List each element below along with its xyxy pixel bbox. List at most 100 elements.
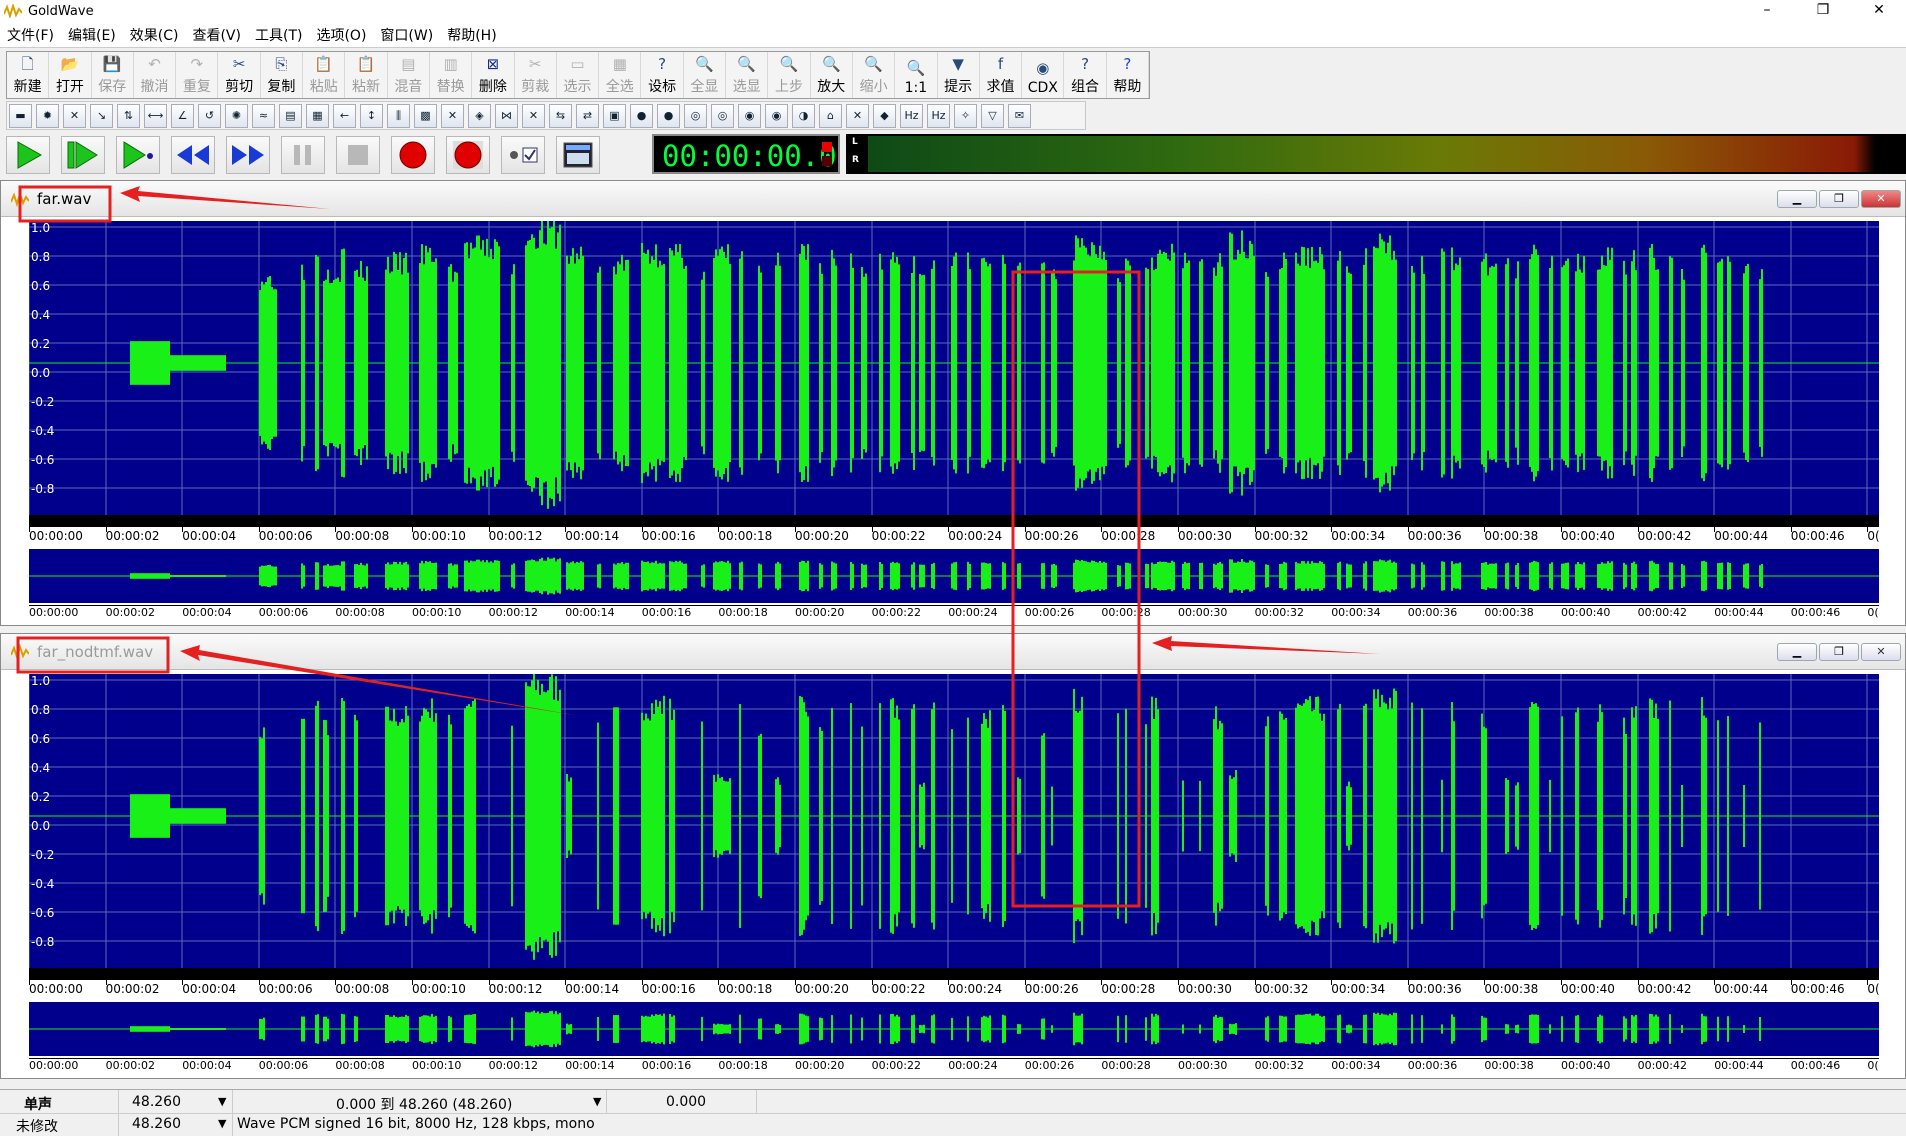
effect-tool-icon[interactable]: ◎ [684,103,707,128]
effect-tool-icon[interactable]: ✧ [954,103,977,128]
toolbar-zoom-in-button[interactable]: 🔍 放大 [811,52,853,98]
toolbar-delete-button[interactable]: ⊠ 删除 [472,52,515,98]
toolbar-copy-button[interactable]: ⎘ 复制 [261,52,304,98]
effect-tool-icon[interactable]: ✕ [522,103,545,128]
effect-tool-icon[interactable]: ◆ [873,103,896,128]
effect-tool-icon[interactable]: ✉ [1008,103,1031,128]
scroll-track[interactable] [29,968,1879,980]
toolbar-help-button[interactable]: ? 帮助 [1107,52,1150,98]
effect-tool-icon[interactable]: ▦ [306,103,329,128]
effect-tool-icon[interactable]: Hz [900,103,923,128]
subwindow-close-button[interactable]: ✕ [1861,643,1901,661]
toolbar-expression-button[interactable]: f 求值 [980,52,1023,98]
effect-tool-icon[interactable]: ✕ [846,103,869,128]
subwindow-restore-button[interactable]: ❐ [1819,190,1859,208]
waveform-display[interactable]: 1.0 0.8 0.6 0.4 0.2 0.0 -0.2 -0.4 -0.6 -0.8 [29,221,1879,515]
toolbar-save-button[interactable]: 💾 保存 [92,52,134,98]
toolbar-mix-button[interactable]: ▤ 混音 [388,52,430,98]
toolbar-zoom-selection-button[interactable]: 🔍 选显 [726,52,769,98]
effect-tool-icon[interactable]: ● [630,103,653,128]
effect-tool-icon[interactable]: ⇅ [117,103,140,128]
record-button[interactable] [391,136,435,174]
effect-tool-icon[interactable]: ← [333,103,356,128]
effect-tool-icon[interactable]: ▩ [414,103,437,128]
menu-item-7[interactable]: 帮助(H) [440,25,503,45]
effect-tool-icon[interactable]: ◉ [738,103,761,128]
effect-tool-icon[interactable]: ⋈ [495,103,518,128]
toolbar-redo-button[interactable]: ↷ 重复 [176,52,219,98]
effect-tool-icon[interactable]: ∠ [171,103,194,128]
scroll-track[interactable] [29,515,1879,527]
menu-item-2[interactable]: 效果(C) [123,25,186,45]
toolbar-show-all-button[interactable]: 🔍 全显 [684,52,727,98]
subwindow-restore-button[interactable]: ❐ [1819,643,1859,661]
overview-waveform[interactable] [29,549,1879,603]
rewind-button[interactable] [171,136,215,174]
toolbar-select-all-button[interactable]: ▦ 全选 [599,52,642,98]
effect-tool-icon[interactable]: ≈ [252,103,275,128]
toolbar-zoom-out-button[interactable]: 🔍 缩小 [853,52,896,98]
toolbar-trim-button[interactable]: ✂ 剪裁 [515,52,557,98]
dropdown-arrow-icon[interactable]: ▼ [593,1095,601,1108]
effect-tool-icon[interactable]: ● [657,103,680,128]
menu-item-5[interactable]: 选项(O) [309,25,373,45]
toolbar-select-view-button[interactable]: ▭ 选示 [557,52,600,98]
effect-tool-icon[interactable]: ↕ [360,103,383,128]
toolbar-paste-button[interactable]: 📋 粘贴 [303,52,346,98]
effect-tool-icon[interactable]: ⟷ [144,103,167,128]
effect-tool-icon[interactable]: ✹ [36,103,59,128]
stop-button[interactable] [336,136,380,174]
overview-waveform[interactable] [29,1002,1879,1056]
play-selection-button[interactable] [61,136,105,174]
play-custom-button[interactable] [116,136,160,174]
toolbar-zoom-1to1-button[interactable]: 🔍 1:1 [895,52,938,98]
sound-window-0[interactable]: far.wav ▁ ❐ ✕ 1.0 0.8 0.6 0.4 0.2 0.0 -0.2 -0.4… [0,180,1906,626]
toolbar-open-folder-button[interactable]: 📂 打开 [49,52,92,98]
visual-settings-button[interactable] [556,136,600,174]
menu-item-3[interactable]: 查看(V) [185,25,248,45]
fast-forward-button[interactable] [226,136,270,174]
pause-button[interactable] [281,136,325,174]
effect-tool-icon[interactable]: ↘ [90,103,113,128]
effect-tool-icon[interactable]: ✕ [63,103,86,128]
effect-tool-icon[interactable]: ▤ [279,103,302,128]
effect-tool-icon[interactable]: ↺ [198,103,221,128]
maximize-button[interactable]: ❐ [1800,0,1846,22]
toolbar-scissors-button[interactable]: ✂ 剪切 [218,52,261,98]
play-button[interactable] [6,136,50,174]
effect-tool-icon[interactable]: ✕ [441,103,464,128]
effect-tool-icon[interactable]: ✺ [225,103,248,128]
toolbar-replace-button[interactable]: ▥ 替换 [430,52,473,98]
record-selection-button[interactable] [446,136,490,174]
minimize-button[interactable]: – [1744,0,1790,22]
toolbar-paste-new-button[interactable]: 📋 粘新 [345,52,388,98]
subwindow-minimize-button[interactable]: ▁ [1777,643,1817,661]
effect-tool-icon[interactable]: ⌂ [819,103,842,128]
sound-window-1[interactable]: far_nodtmf.wav ▁ ❐ ✕ 1.0 0.8 0.6 0.4 0.2 0.0 -… [0,633,1906,1079]
control-properties-button[interactable] [501,136,545,174]
effect-tool-icon[interactable]: ▣ [603,103,626,128]
toolbar-set-marker-button[interactable]: ? 设标 [641,52,684,98]
effect-tool-icon[interactable]: ◑ [792,103,815,128]
effect-tool-icon[interactable]: ◉ [765,103,788,128]
toolbar-combine-button[interactable]: ? 组合 [1064,52,1107,98]
effect-tool-icon[interactable]: Hz [927,103,950,128]
dropdown-arrow-icon[interactable]: ▼ [218,1117,226,1130]
close-window-button[interactable]: ✕ [1856,0,1902,22]
menu-item-6[interactable]: 窗口(W) [373,25,440,45]
effect-tool-icon[interactable]: ◈ [468,103,491,128]
menu-item-4[interactable]: 工具(T) [248,25,309,45]
effect-tool-icon[interactable]: ⇆ [549,103,572,128]
toolbar-cd-extract-button[interactable]: ◉ CDX [1022,52,1065,98]
subwindow-close-button[interactable]: ✕ [1861,190,1901,208]
toolbar-undo-button[interactable]: ↶ 撤消 [134,52,177,98]
effect-tool-icon[interactable]: ▽ [981,103,1004,128]
toolbar-cue-points-button[interactable]: ▼ 提示 [938,52,980,98]
effect-tool-icon[interactable]: ⇄ [576,103,599,128]
subwindow-minimize-button[interactable]: ▁ [1777,190,1817,208]
waveform-display[interactable]: 1.0 0.8 0.6 0.4 0.2 0.0 -0.2 -0.4 -0.6 -0.8 [29,674,1879,968]
menu-item-1[interactable]: 编辑(E) [61,25,123,45]
effect-tool-icon[interactable]: ▬ [9,103,32,128]
effect-tool-icon[interactable]: ◎ [711,103,734,128]
toolbar-previous-view-button[interactable]: 🔍 上步 [768,52,811,98]
